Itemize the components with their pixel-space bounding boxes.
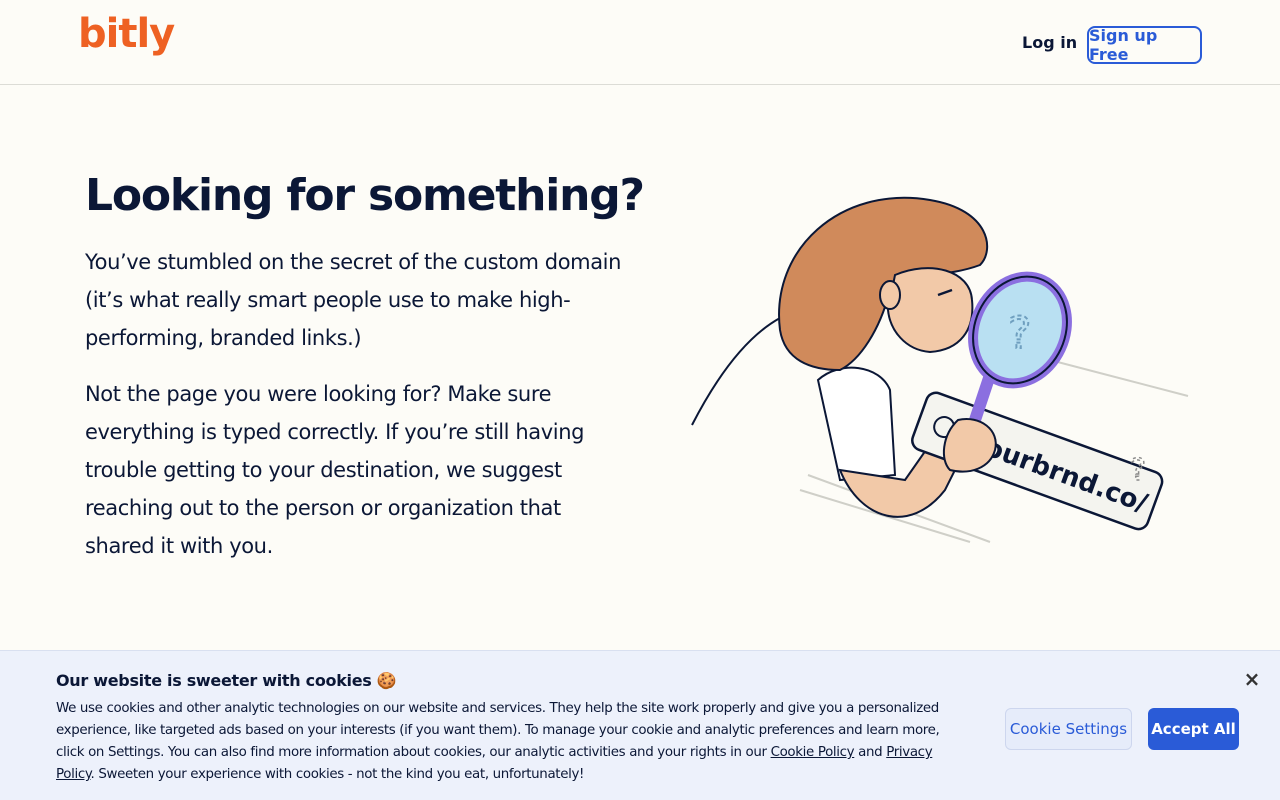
cookie-banner-title: Our website is sweeter with cookies 🍪 (56, 671, 397, 690)
logo-text: bitly (78, 11, 175, 57)
cookie-policy-link[interactable]: Cookie Policy (771, 745, 855, 760)
svg-text:?: ? (1130, 453, 1146, 488)
hero-paragraph-1: You’ve stumbled on the secret of the cus… (85, 250, 622, 350)
signup-button[interactable]: Sign up Free (1087, 26, 1202, 64)
woman-magnifier-illustration: yourbrnd.co/ ? ? (691, 196, 1189, 543)
accept-all-button[interactable]: Accept All (1148, 708, 1239, 750)
site-header: bitly Log in Sign up Free (0, 0, 1280, 85)
cookie-title-text: Our website is sweeter with cookies (56, 671, 372, 690)
cookie-settings-button[interactable]: Cookie Settings (1005, 708, 1132, 750)
cookie-text-and: and (854, 745, 887, 760)
search-illustration: yourbrnd.co/ ? ? (690, 190, 1190, 550)
cookie-banner-text: We use cookies and other analytic techno… (56, 698, 946, 786)
hero-paragraph-2: Not the page you were looking for? Make … (85, 382, 585, 558)
svg-text:?: ? (1008, 308, 1031, 359)
bitly-logo[interactable]: bitly (78, 11, 175, 57)
login-link[interactable]: Log in (1022, 33, 1077, 52)
cookie-banner: Our website is sweeter with cookies 🍪 We… (0, 650, 1280, 800)
page-title: Looking for something? (85, 170, 645, 221)
close-icon[interactable]: × (1241, 667, 1263, 691)
cookie-emoji-icon: 🍪 (376, 671, 397, 690)
cookie-text-part2: . Sweeten your experience with cookies -… (90, 767, 585, 782)
